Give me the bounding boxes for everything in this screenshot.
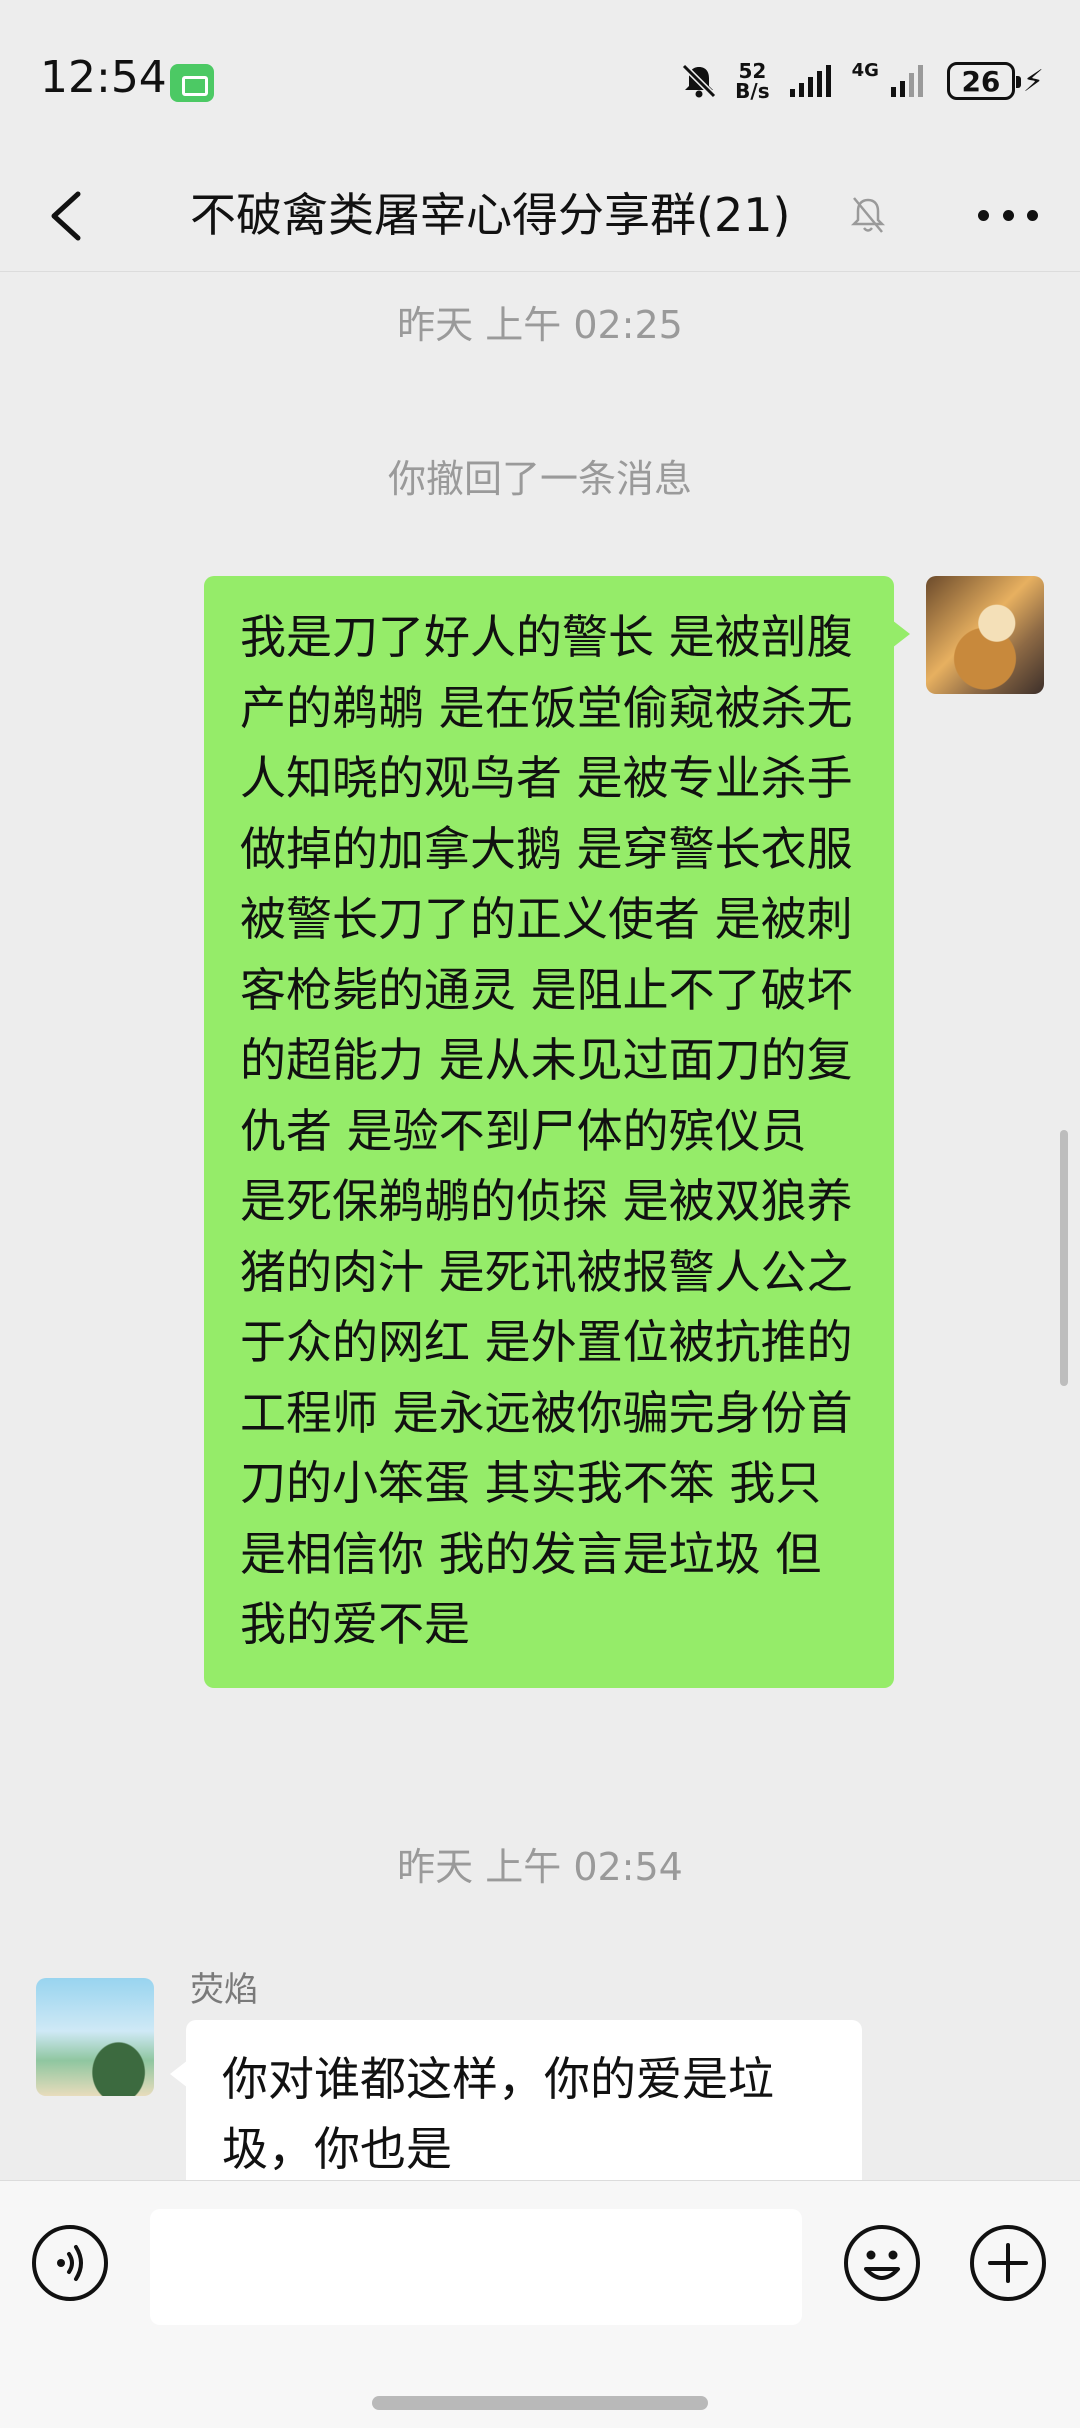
back-arrow-icon [51,191,81,241]
signal-1-icon [786,63,836,99]
plus-icon [970,2225,1046,2301]
message-input[interactable] [150,2209,802,2325]
bell-muted-icon [848,194,888,240]
emoji-button[interactable] [842,2223,922,2303]
network-speed: 52 B/s [735,59,770,103]
screen-record-icon [170,64,214,102]
status-time: 12:54 [40,52,167,103]
back-button[interactable] [42,182,90,250]
emoji-icon [844,2225,920,2301]
message-timestamp: 昨天 上午 02:54 [397,1845,683,1889]
do-not-disturb-icon [679,61,719,101]
sender-avatar[interactable] [36,1978,154,2096]
status-indicators: 52 B/s 4G 26 ⚡ [679,56,1044,106]
voice-button[interactable] [30,2223,110,2303]
signal-2-icon [889,63,931,99]
network-type: 4G [851,60,879,81]
home-indicator[interactable] [372,2396,708,2410]
scrollbar[interactable] [1060,1130,1068,1386]
sender-name: 荧焰 [190,1970,258,2010]
input-bar [0,2180,1080,2428]
self-message-bubble[interactable]: 我是刀了好人的警长 是被剖腹产的鹈鹕 是在饭堂偷窥被杀无人知晓的观鸟者 是被专业… [204,576,910,1688]
message-timestamp: 昨天 上午 02:25 [397,303,683,347]
more-functions-button[interactable] [968,2223,1048,2303]
self-avatar[interactable] [926,576,1044,694]
battery-indicator: 26 [946,62,1021,100]
chat-header: 不破禽类屠宰心得分享群(21) [0,160,1080,272]
voice-icon [32,2225,108,2301]
recall-notice: 你撤回了一条消息 [387,457,692,501]
status-bar: 12:54 52 B/s 4G 26 ⚡ [0,0,1080,160]
chat-title: 不破禽类屠宰心得分享群(21) [190,188,791,242]
more-dots-icon [978,209,989,221]
received-message-bubble[interactable]: 你对谁都这样，你的爱是垃圾，你也是 [170,2020,862,2180]
message-list[interactable]: 昨天 上午 02:25 你撤回了一条消息 我是刀了好人的警长 是被剖腹产的鹈鹕 … [0,272,1080,2180]
more-button[interactable] [978,190,1038,240]
charging-icon: ⚡ [1022,63,1044,99]
